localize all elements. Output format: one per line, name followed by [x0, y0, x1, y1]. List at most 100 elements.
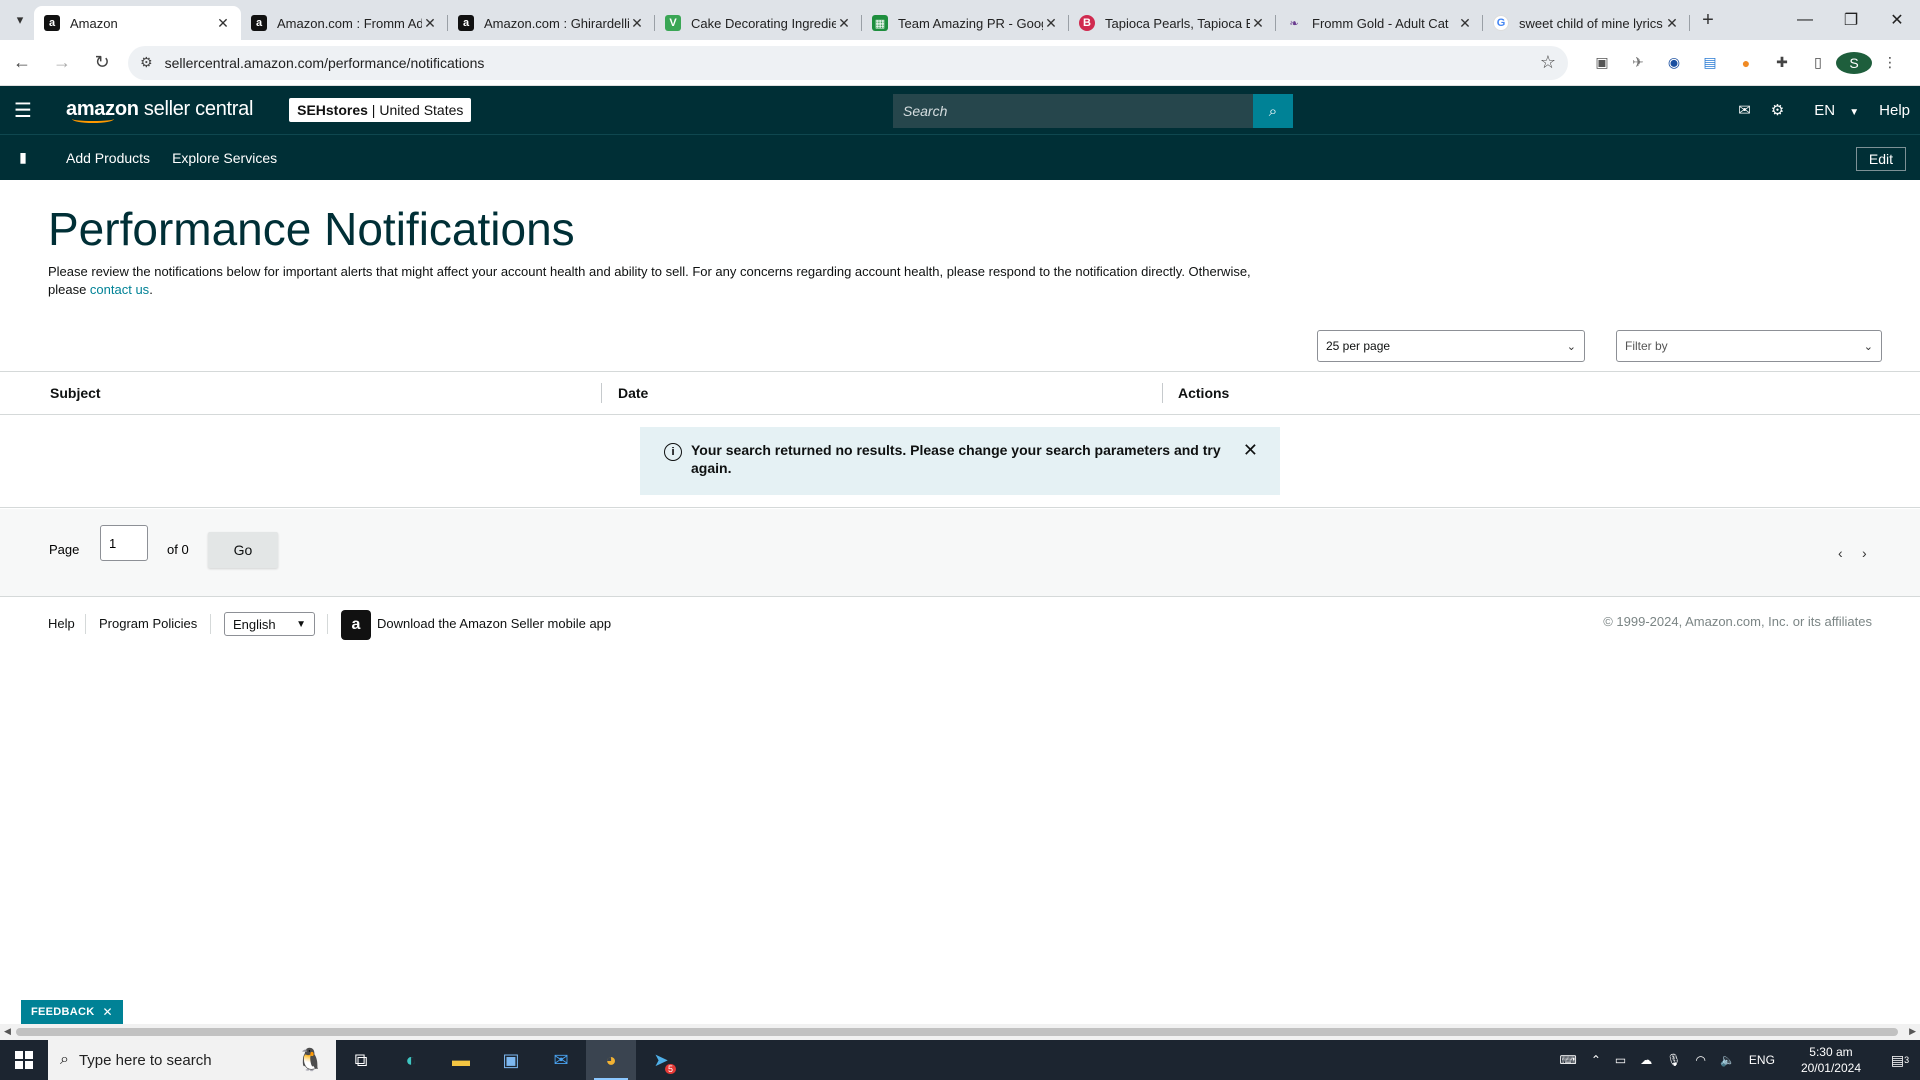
- volume-icon[interactable]: 🔈: [1713, 1053, 1742, 1067]
- seller-central-header: ☰ amazon seller central SEHstores | Unit…: [0, 86, 1920, 134]
- back-icon[interactable]: ←: [4, 45, 40, 81]
- alert-close-icon[interactable]: ✕: [1243, 441, 1258, 459]
- column-actions: Actions: [1178, 385, 1230, 401]
- edit-nav-button[interactable]: Edit: [1855, 147, 1906, 171]
- filter-by-select[interactable]: Filter by ⌄: [1616, 330, 1882, 362]
- input-language[interactable]: ENG: [1742, 1053, 1782, 1067]
- onedrive-icon[interactable]: ☁: [1633, 1053, 1659, 1067]
- browser-tab-google-search[interactable]: G sweet child of mine lyrics ✕: [1483, 6, 1690, 40]
- store-switcher[interactable]: SEHstores | United States: [289, 98, 472, 122]
- telegram-icon[interactable]: ➤ 5: [636, 1040, 686, 1080]
- profile-avatar[interactable]: S: [1836, 51, 1872, 74]
- search-icon[interactable]: ⌕: [1253, 94, 1293, 128]
- column-divider: [601, 383, 602, 403]
- taskbar-search[interactable]: ⌕ Type here to search 🐧: [48, 1040, 336, 1080]
- restore-icon[interactable]: ❐: [1828, 0, 1874, 40]
- tab-close-icon[interactable]: ✕: [422, 15, 438, 32]
- hamburger-menu-icon[interactable]: ☰: [0, 98, 46, 123]
- reload-icon[interactable]: ↻: [84, 45, 120, 81]
- orange-extension-icon[interactable]: ●: [1728, 55, 1764, 71]
- next-page-icon[interactable]: ›: [1862, 545, 1867, 561]
- contact-us-link[interactable]: contact us: [90, 282, 149, 297]
- bookmark-icon[interactable]: ▮: [0, 149, 46, 166]
- amazon-seller-app-icon[interactable]: a: [341, 610, 371, 640]
- bookmark-star-icon[interactable]: ☆: [1540, 52, 1556, 73]
- tab-close-icon[interactable]: ✕: [215, 15, 231, 32]
- header-search-input[interactable]: [893, 94, 1253, 128]
- footer-language-select[interactable]: English ▼: [224, 612, 315, 636]
- tab-close-icon[interactable]: ✕: [1457, 15, 1473, 32]
- forward-icon[interactable]: →: [44, 45, 80, 81]
- url-text[interactable]: sellercentral.amazon.com/performance/not…: [165, 55, 1540, 71]
- language-code: EN: [1814, 101, 1836, 119]
- feedback-button[interactable]: FEEDBACK ✕: [21, 1000, 123, 1024]
- browser-menu-icon[interactable]: ⋮: [1872, 54, 1908, 71]
- feedback-close-icon[interactable]: ✕: [103, 1005, 113, 1019]
- site-info-icon[interactable]: ⚙: [140, 54, 153, 71]
- start-button[interactable]: [0, 1040, 48, 1080]
- url-omnibox[interactable]: ⚙ sellercentral.amazon.com/performance/n…: [128, 45, 1568, 80]
- puzzle-extensions-icon[interactable]: ✚: [1764, 54, 1800, 71]
- go-button[interactable]: Go: [208, 532, 278, 568]
- minimize-icon[interactable]: —: [1782, 0, 1828, 40]
- window-controls: — ❐ ✕: [1782, 0, 1920, 40]
- chrome-icon[interactable]: ◕: [586, 1040, 636, 1080]
- browser-tab-amazon[interactable]: a Amazon ✕: [34, 6, 241, 40]
- previous-page-icon[interactable]: ‹: [1838, 545, 1843, 561]
- new-tab-icon[interactable]: +: [1694, 6, 1722, 34]
- nav-explore-services[interactable]: Explore Services: [172, 150, 277, 166]
- browser-tab-amazon-ghirardelli[interactable]: a Amazon.com : Ghirardelli ✕: [448, 6, 655, 40]
- file-explorer-icon[interactable]: ▬: [436, 1040, 486, 1080]
- store-icon[interactable]: ▣: [486, 1040, 536, 1080]
- browser-tab-google-sheets[interactable]: ▦ Team Amazing PR - Goog ✕: [862, 6, 1069, 40]
- keyboard-icon[interactable]: ⌨: [1553, 1053, 1584, 1067]
- horizontal-scrollbar[interactable]: ◀ ▶: [0, 1024, 1920, 1040]
- telegram-badge: 5: [664, 1064, 676, 1074]
- leaf-favicon-icon: V: [665, 15, 681, 31]
- footer-program-policies-link[interactable]: Program Policies: [99, 616, 197, 631]
- meet-icon[interactable]: ▭: [1608, 1053, 1633, 1067]
- taskbar-clock[interactable]: 5:30 am 20/01/2024: [1782, 1044, 1880, 1076]
- coupon-extension-icon[interactable]: ▣: [1584, 54, 1620, 71]
- sheets-favicon-icon: ▦: [872, 15, 888, 31]
- tab-close-icon[interactable]: ✕: [836, 15, 852, 32]
- scroll-right-icon[interactable]: ▶: [1909, 1026, 1916, 1037]
- window-close-icon[interactable]: ✕: [1874, 0, 1920, 40]
- browser-tab-tapioca[interactable]: B Tapioca Pearls, Tapioca Ba ✕: [1069, 6, 1276, 40]
- browser-tab-amazon-fromm[interactable]: a Amazon.com : Fromm Ad ✕: [241, 6, 448, 40]
- browser-tab-fromm-gold[interactable]: ❧ Fromm Gold - Adult Cat ✕: [1276, 6, 1483, 40]
- browser-tab-cake-decorating[interactable]: V Cake Decorating Ingredie ✕: [655, 6, 862, 40]
- side-panel-icon[interactable]: ▯: [1800, 54, 1836, 71]
- per-page-select[interactable]: 25 per page ⌄: [1317, 330, 1585, 362]
- tray-chevron-icon[interactable]: ⌃: [1584, 1053, 1608, 1067]
- feedback-label: FEEDBACK: [31, 1006, 95, 1018]
- task-view-icon[interactable]: ⧉: [336, 1040, 386, 1080]
- tab-close-icon[interactable]: ✕: [1043, 15, 1059, 32]
- help-link[interactable]: Help: [1869, 102, 1920, 119]
- column-date[interactable]: Date: [618, 385, 648, 401]
- tab-close-icon[interactable]: ✕: [1664, 15, 1680, 32]
- tab-search-icon[interactable]: ▾: [6, 6, 34, 34]
- edge-icon[interactable]: ◐: [386, 1040, 436, 1080]
- microphone-icon[interactable]: 🎙: [1659, 1053, 1688, 1067]
- card-extension-icon[interactable]: ▤: [1692, 54, 1728, 71]
- seller-central-logo[interactable]: amazon seller central: [66, 98, 253, 123]
- tab-close-icon[interactable]: ✕: [1250, 15, 1266, 32]
- mail-icon[interactable]: ✉: [1728, 101, 1761, 119]
- tab-close-icon[interactable]: ✕: [629, 15, 645, 32]
- nav-add-products[interactable]: Add Products: [66, 150, 150, 166]
- column-subject[interactable]: Subject: [50, 385, 101, 401]
- scrollbar-thumb[interactable]: [16, 1028, 1898, 1036]
- per-page-value: 25 per page: [1326, 339, 1391, 353]
- language-menu[interactable]: EN ▼: [1794, 102, 1869, 119]
- page-number-input[interactable]: [100, 525, 148, 561]
- download-app-link[interactable]: Download the Amazon Seller mobile app: [377, 616, 611, 631]
- scroll-left-icon[interactable]: ◀: [4, 1026, 11, 1037]
- footer-help-link[interactable]: Help: [48, 616, 75, 631]
- settings-gear-icon[interactable]: ⚙: [1761, 101, 1794, 119]
- plane-extension-icon[interactable]: ✈: [1620, 54, 1656, 71]
- mail-app-icon[interactable]: ✉: [536, 1040, 586, 1080]
- wifi-icon[interactable]: ◠: [1688, 1053, 1712, 1067]
- globe-extension-icon[interactable]: ◉: [1656, 54, 1692, 71]
- notification-center-icon[interactable]: ▤ 3: [1880, 1052, 1920, 1069]
